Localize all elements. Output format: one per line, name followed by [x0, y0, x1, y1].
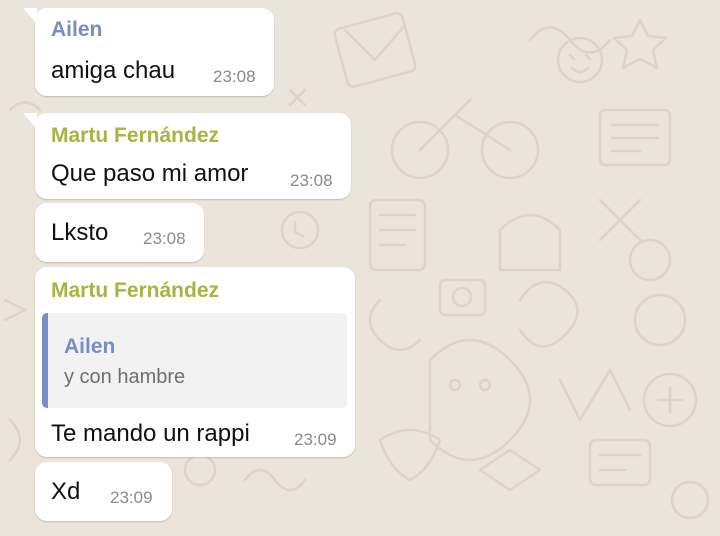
message-bubble[interactable]: Lksto 23:08: [35, 203, 204, 262]
message-text: Xd: [51, 478, 81, 505]
message-sender: Ailen: [51, 18, 103, 41]
quoted-message-text: y con hambre: [64, 366, 186, 388]
message-timestamp: 23:08: [213, 67, 256, 86]
message-timestamp: 23:08: [290, 171, 333, 190]
message-bubble[interactable]: Ailen amiga chau 23:08: [23, 8, 274, 96]
message-bubble[interactable]: Martu Fernández Ailen y con hambre Te ma…: [35, 267, 355, 457]
message-bubble[interactable]: Xd 23:09: [35, 462, 172, 521]
message-sender: Martu Fernández: [51, 279, 220, 302]
message-text: amiga chau: [51, 57, 176, 84]
message-timestamp: 23:09: [110, 488, 153, 507]
message-timestamp: 23:09: [294, 430, 337, 449]
message-text: Te mando un rappi: [51, 420, 250, 447]
quoted-message-sender: Ailen: [64, 335, 116, 358]
bubble-tail: [23, 113, 37, 129]
message-sender: Martu Fernández: [51, 124, 220, 147]
message-text: Lksto: [51, 219, 109, 246]
quoted-message[interactable]: Ailen y con hambre: [42, 313, 347, 408]
message-text: Que paso mi amor: [51, 160, 249, 187]
bubble-tail: [23, 8, 37, 24]
message-timestamp: 23:08: [143, 229, 186, 248]
message-bubble[interactable]: Martu Fernández Que paso mi amor 23:08: [23, 113, 351, 199]
